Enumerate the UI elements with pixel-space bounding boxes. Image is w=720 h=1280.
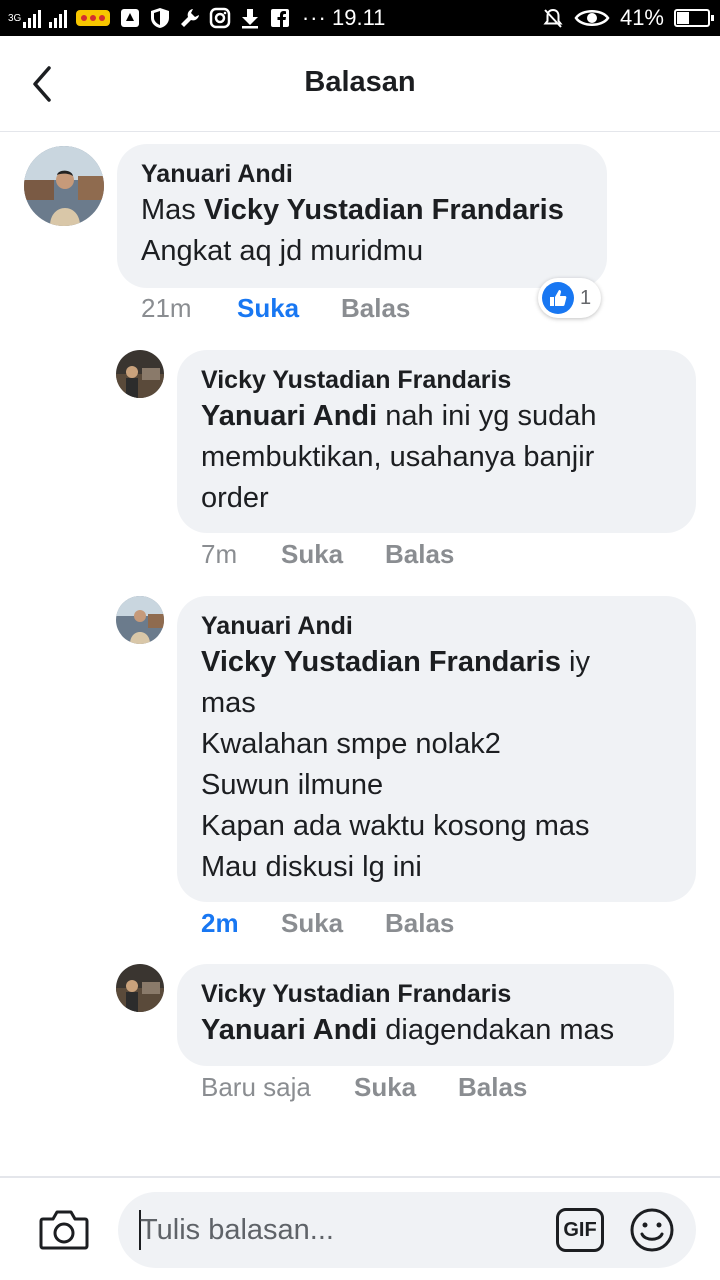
like-button[interactable]: Suka [281,908,385,939]
comment-bubble[interactable]: Yanuari Andi Vicky Yustadian Frandaris i… [177,596,696,902]
reply-button[interactable]: Balas [385,908,454,939]
like-reaction-icon [542,282,574,314]
comment-actions: 21m Suka Balas [141,293,410,324]
mention-link[interactable]: Yanuari Andi [201,1014,377,1046]
comment-bubble[interactable]: Vicky Yustadian Frandaris Yanuari Andi n… [177,350,696,533]
comment-actions: 2m Suka Balas [201,908,454,939]
camera-icon [39,1210,89,1250]
comment-author[interactable]: Vicky Yustadian Frandaris [201,364,672,396]
comment-text: Yanuari Andi nah ini yg sudah [201,396,672,437]
comment-text: Mas Vicky Yustadian Frandaris [141,190,583,231]
mention-link[interactable]: Vicky Yustadian Frandaris [204,194,564,226]
map-icon [119,7,141,29]
comment-text: Kwalahan smpe nolak2 [201,728,501,760]
comment-text: Vicky Yustadian Frandaris iy [201,642,672,683]
page-title: Balasan [304,66,416,98]
like-button[interactable]: Suka [281,539,385,570]
comment-bubble[interactable]: Yanuari Andi Mas Vicky Yustadian Frandar… [117,144,607,288]
comment: Vicky Yustadian Frandaris Yanuari Andi d… [0,962,720,1112]
comment-text: membuktikan, usahanya banjir [201,441,595,473]
like-button[interactable]: Suka [237,293,341,324]
comment-text-segment: iy [561,646,590,678]
comment-text: Suwun ilmune [201,769,384,801]
status-bar: 3G ··· 19.11 41% [0,0,720,36]
reply-composer: GIF [0,1176,720,1280]
status-time: 19.11 [332,5,386,30]
comment-text-segment: Mas [141,194,204,226]
instagram-icon [209,7,231,29]
comment-bubble[interactable]: Vicky Yustadian Frandaris Yanuari Andi d… [177,964,674,1066]
comment-text-segment: nah ini yg sudah [377,400,597,432]
wrench-icon [179,7,201,29]
comment: Vicky Yustadian Frandaris Yanuari Andi n… [0,348,720,578]
more-icon: ··· [301,5,327,30]
comment-author[interactable]: Vicky Yustadian Frandaris [201,978,650,1010]
comment-text-segment: diagendakan mas [377,1014,615,1046]
reply-input[interactable] [140,1192,540,1268]
header: Balasan [0,36,720,132]
download-icon [239,7,261,29]
comment-actions: 7m Suka Balas [201,539,454,570]
mention-link[interactable]: Vicky Yustadian Frandaris [201,646,561,678]
comment-actions: Baru saja Suka Balas [201,1072,527,1103]
comment: Yanuari Andi Mas Vicky Yustadian Frandar… [0,140,720,330]
signal-icon: 3G [8,8,42,28]
comment-text: Yanuari Andi diagendakan mas [201,1010,650,1051]
emoji-icon [630,1208,674,1252]
status-right-icons: 41% [542,0,714,36]
avatar[interactable] [116,350,164,398]
comment-text: order [201,482,269,514]
network-type: 3G [8,13,22,24]
facebook-icon [269,7,291,29]
reply-input-container[interactable]: GIF [118,1192,696,1268]
comment-text: Mau diskusi lg ini [201,851,422,883]
comment-text: mas [201,687,256,719]
eye-icon [574,7,610,29]
reply-button[interactable]: Balas [385,539,454,570]
comment-time[interactable]: 2m [201,908,281,939]
comment: Yanuari Andi Vicky Yustadian Frandaris i… [0,594,720,954]
avatar[interactable] [116,964,164,1012]
comment-time[interactable]: Baru saja [201,1072,354,1103]
status-left-icons: 3G ··· [8,0,329,36]
sim-signal-icon [49,8,68,28]
battery-icon [674,9,714,27]
comment-author[interactable]: Yanuari Andi [201,610,672,642]
reaction-summary[interactable]: 1 [538,278,602,318]
comment-time[interactable]: 21m [141,293,237,324]
comment-text: Kapan ada waktu kosong mas [201,810,590,842]
like-button[interactable]: Suka [354,1072,458,1103]
comment-author[interactable]: Yanuari Andi [141,158,583,190]
emoji-button[interactable] [628,1206,676,1254]
reply-button[interactable]: Balas [341,293,410,324]
reaction-count: 1 [580,286,592,309]
avatar[interactable] [116,596,164,644]
comment-text: Angkat aq jd muridmu [141,235,424,267]
mute-icon [542,7,564,29]
gif-button[interactable]: GIF [556,1208,604,1252]
reply-button[interactable]: Balas [458,1072,527,1103]
sticker-icon [75,7,111,29]
camera-button[interactable] [36,1204,92,1254]
avatar[interactable] [24,146,104,226]
comment-time[interactable]: 7m [201,539,281,570]
battery-percent: 41% [619,5,664,30]
shield-icon [149,7,171,29]
mention-link[interactable]: Yanuari Andi [201,400,377,432]
